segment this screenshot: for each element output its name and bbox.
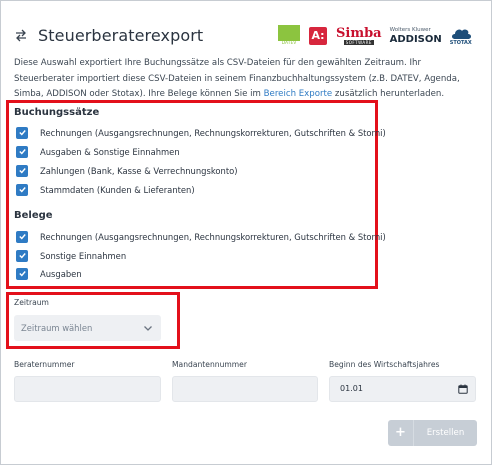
checkbox-row[interactable]: Sonstige Einnahmen bbox=[16, 249, 126, 262]
checkbox-row[interactable]: Rechnungen (Ausgangsrechnungen, Rechnung… bbox=[16, 230, 386, 243]
checkbox-row[interactable]: Rechnungen (Ausgangsrechnungen, Rechnung… bbox=[16, 126, 386, 139]
beraternummer-input[interactable] bbox=[14, 376, 161, 402]
simba-logo: Simba SOFTWARE bbox=[336, 26, 382, 45]
zeitraum-label: Zeitraum bbox=[14, 298, 49, 307]
software-logos: DATEV A: Simba SOFTWARE Wolters Kluwer A… bbox=[278, 25, 472, 47]
wirtschaftsjahr-date-input[interactable]: 01.01 bbox=[329, 376, 476, 402]
plus-icon: + bbox=[388, 420, 414, 446]
checkbox-label: Zahlungen (Bank, Kasse & Verrechnungskon… bbox=[40, 165, 238, 176]
chevron-down-icon bbox=[144, 326, 152, 331]
wirtschaftsjahr-label: Beginn des Wirtschaftsjahres bbox=[329, 360, 440, 369]
datev-logo: DATEV bbox=[278, 25, 300, 47]
beraternummer-label: Beraternummer bbox=[14, 360, 75, 369]
stotax-logo: STOTAX bbox=[450, 27, 472, 46]
checkbox-row[interactable]: Stammdaten (Kunden & Lieferanten) bbox=[16, 183, 195, 196]
checkbox-checked[interactable] bbox=[16, 145, 28, 158]
checkbox-row[interactable]: Zahlungen (Bank, Kasse & Verrechnungskon… bbox=[16, 164, 238, 177]
checkbox-checked[interactable] bbox=[16, 249, 28, 262]
export-description: Diese Auswahl exportiert Ihre Buchungssä… bbox=[14, 58, 460, 99]
checkbox-checked[interactable] bbox=[16, 164, 28, 177]
dialog-header: Steuerberaterexport bbox=[14, 24, 203, 46]
swap-arrows-icon bbox=[14, 28, 28, 42]
checkbox-label: Ausgaben & Sonstige Einnahmen bbox=[40, 146, 180, 157]
mandantennummer-label: Mandantennummer bbox=[172, 360, 247, 369]
addison-logo: Wolters Kluwer ADDISON bbox=[389, 26, 442, 45]
calendar-icon[interactable] bbox=[458, 384, 468, 394]
checkbox-label: Rechnungen (Ausgangsrechnungen, Rechnung… bbox=[40, 231, 386, 242]
checkbox-checked[interactable] bbox=[16, 230, 28, 243]
agenda-logo: A: bbox=[309, 27, 327, 45]
create-button-label: Erstellen bbox=[426, 428, 465, 438]
checkbox-label: Sonstige Einnahmen bbox=[40, 250, 127, 261]
checkbox-row[interactable]: Ausgaben bbox=[16, 267, 82, 280]
page-title: Steuerberaterexport bbox=[38, 25, 204, 45]
checkbox-label: Ausgaben bbox=[40, 268, 82, 279]
wirtschaftsjahr-value: 01.01 bbox=[340, 384, 363, 393]
zeitraum-select[interactable]: Zeitraum wählen bbox=[14, 315, 161, 341]
mandantennummer-input[interactable] bbox=[172, 376, 318, 402]
checkbox-label: Stammdaten (Kunden & Lieferanten) bbox=[40, 184, 195, 195]
checkbox-checked[interactable] bbox=[16, 126, 28, 139]
checkbox-checked[interactable] bbox=[16, 267, 28, 280]
checkbox-checked[interactable] bbox=[16, 183, 28, 196]
zeitraum-placeholder: Zeitraum wählen bbox=[21, 323, 93, 333]
section-title-buchungssaetze: Buchungssätze bbox=[14, 107, 100, 118]
checkbox-row[interactable]: Ausgaben & Sonstige Einnahmen bbox=[16, 145, 180, 158]
checkbox-label: Rechnungen (Ausgangsrechnungen, Rechnung… bbox=[40, 127, 386, 138]
exports-link[interactable]: Bereich Exporte bbox=[264, 89, 333, 99]
create-export-button[interactable]: + Erstellen bbox=[388, 420, 477, 446]
section-title-belege: Belege bbox=[14, 210, 53, 221]
